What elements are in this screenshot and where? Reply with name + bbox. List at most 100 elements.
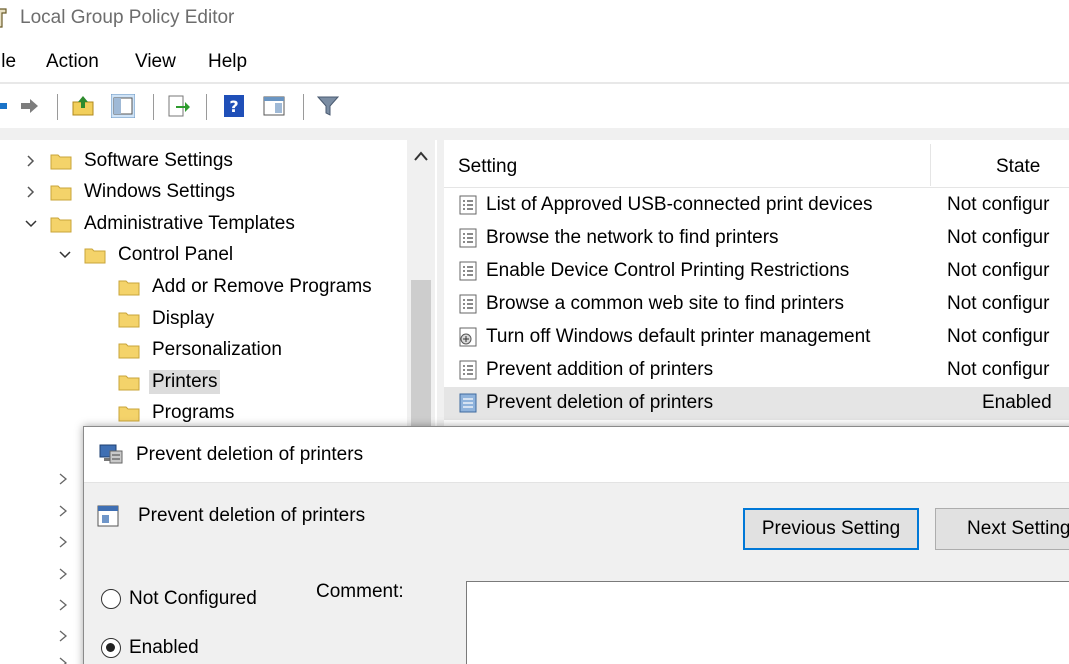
table-row[interactable]: Browse a common web site to find printer… <box>444 288 1069 321</box>
help-icon[interactable]: ? <box>222 94 246 118</box>
folder-icon <box>118 375 140 391</box>
pane-splitter[interactable] <box>437 140 444 430</box>
toolbar-divider <box>0 128 1069 140</box>
tree-item-label: Windows Settings <box>84 181 236 202</box>
setting-state: Enabled <box>982 392 1052 413</box>
dialog-title-bar: Prevent deletion of printers <box>84 427 1069 483</box>
show-hide-tree-icon[interactable] <box>111 94 135 118</box>
tree-item-printers[interactable]: Printers <box>118 367 221 397</box>
chevron-right-icon[interactable] <box>57 656 69 664</box>
chevron-down-icon[interactable] <box>22 215 40 233</box>
menu-action[interactable]: Action <box>46 51 99 73</box>
radio-enabled[interactable]: Enabled <box>101 637 199 659</box>
back-arrow-icon[interactable] <box>0 94 10 118</box>
folder-icon <box>84 248 106 264</box>
settings-list-pane: Setting State List of Approved USB-conne… <box>444 140 1069 430</box>
folder-icon <box>50 185 72 201</box>
folder-icon <box>118 312 140 328</box>
setting-name: Enable Device Control Printing Restricti… <box>486 260 850 281</box>
window-title: Local Group Policy Editor <box>20 7 235 28</box>
folder-icon <box>118 280 140 296</box>
column-header-state[interactable]: State <box>996 156 1040 178</box>
policy-setting-icon <box>459 195 477 215</box>
scrollbar-thumb[interactable] <box>411 280 431 430</box>
policy-setting-enabled-icon <box>459 393 477 413</box>
policy-setting-special-icon <box>459 327 477 347</box>
chevron-right-icon[interactable] <box>57 598 69 612</box>
toolbar-separator <box>206 94 207 120</box>
chevron-right-icon[interactable] <box>57 504 69 518</box>
chevron-right-icon[interactable] <box>22 152 40 170</box>
radio-circle-checked[interactable] <box>101 638 121 658</box>
policy-editor-app-icon <box>0 8 7 28</box>
tree-item-control-panel[interactable]: Control Panel <box>56 240 233 270</box>
menu-help[interactable]: Help <box>208 51 247 73</box>
list-header: Setting State <box>444 140 1069 188</box>
tree-item-software-settings[interactable]: Software Settings <box>22 146 233 176</box>
tree-item-label: Control Panel <box>118 244 234 265</box>
tree-scrollbar[interactable] <box>407 140 435 430</box>
setting-name: List of Approved USB-connected print dev… <box>486 194 873 215</box>
policy-setting-dialog: Prevent deletion of printers Prevent del… <box>83 426 1069 664</box>
dialog-setting-name: Prevent deletion of printers <box>138 505 366 526</box>
tree-item-display[interactable]: Display <box>118 304 214 334</box>
toolbar-separator <box>303 94 304 120</box>
policy-setting-icon <box>97 505 119 527</box>
column-header-setting[interactable]: Setting <box>458 156 517 178</box>
svg-text:?: ? <box>229 97 238 116</box>
comment-label: Comment: <box>316 581 404 602</box>
setting-state: Not configur <box>947 326 1050 347</box>
toolbar-separator <box>57 94 58 120</box>
chevron-right-icon[interactable] <box>57 629 69 643</box>
setting-name: Browse a common web site to find printer… <box>486 293 844 314</box>
tree-item-administrative-templates[interactable]: Administrative Templates <box>22 209 295 239</box>
tree-item-windows-settings[interactable]: Windows Settings <box>22 177 235 207</box>
chevron-right-icon[interactable] <box>57 567 69 581</box>
chevron-down-icon[interactable] <box>56 246 74 264</box>
radio-circle[interactable] <box>101 589 121 609</box>
export-list-icon[interactable] <box>166 94 190 118</box>
previous-setting-button[interactable]: Previous Setting <box>743 508 919 550</box>
policy-setting-icon <box>459 228 477 248</box>
table-row-selected[interactable]: Prevent deletion of printers Enabled <box>444 387 1069 420</box>
folder-icon <box>118 406 140 422</box>
tree-item-add-remove-programs[interactable]: Add or Remove Programs <box>118 272 372 302</box>
next-setting-button[interactable]: Next Setting <box>935 508 1069 550</box>
column-divider[interactable] <box>930 144 931 186</box>
tree-item-label: Administrative Templates <box>84 213 295 234</box>
table-row[interactable]: List of Approved USB-connected print dev… <box>444 189 1069 222</box>
menu-bar: ile Action View Help <box>0 44 1069 80</box>
filter-icon[interactable] <box>316 94 340 118</box>
tree-item-personalization[interactable]: Personalization <box>118 335 282 365</box>
forward-arrow-icon[interactable] <box>18 94 42 118</box>
table-row[interactable]: Enable Device Control Printing Restricti… <box>444 255 1069 288</box>
scroll-up-icon[interactable] <box>413 150 429 162</box>
table-row[interactable]: Turn off Windows default printer managem… <box>444 321 1069 354</box>
tree-item-label: Add or Remove Programs <box>152 276 372 297</box>
title-bar: Local Group Policy Editor <box>0 0 1069 38</box>
radio-not-configured[interactable]: Not Configured <box>101 588 257 610</box>
policy-setting-icon <box>459 294 477 314</box>
tree-item-programs[interactable]: Programs <box>118 398 234 428</box>
chevron-right-icon[interactable] <box>22 183 40 201</box>
setting-name: Prevent deletion of printers <box>486 392 714 413</box>
chevron-right-icon[interactable] <box>57 535 69 549</box>
policy-setting-icon <box>459 360 477 380</box>
up-folder-icon[interactable] <box>71 94 95 118</box>
table-row[interactable]: Prevent addition of printers Not configu… <box>444 354 1069 387</box>
dialog-title: Prevent deletion of printers <box>136 444 364 465</box>
tree-item-label: Personalization <box>152 339 282 360</box>
chevron-right-icon[interactable] <box>57 472 69 486</box>
radio-label: Not Configured <box>129 588 257 609</box>
setting-state: Not configur <box>947 260 1050 281</box>
setting-name: Prevent addition of printers <box>486 359 714 380</box>
tree-item-label: Software Settings <box>84 150 233 171</box>
menu-view[interactable]: View <box>135 51 176 73</box>
policy-setting-icon <box>459 261 477 281</box>
table-row[interactable]: Browse the network to find printers Not … <box>444 222 1069 255</box>
comment-textarea[interactable] <box>466 581 1069 664</box>
properties-view-icon[interactable] <box>262 94 286 118</box>
setting-state: Not configur <box>947 359 1050 380</box>
tree-pane: Software Settings Windows Settings Admin… <box>0 140 437 430</box>
menu-file[interactable]: ile <box>0 51 16 73</box>
